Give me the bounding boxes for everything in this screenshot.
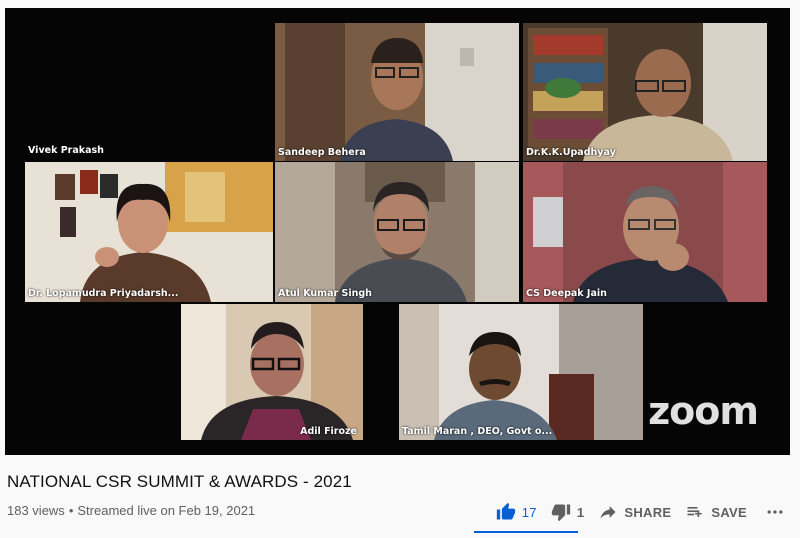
participant-name: Dr. Lopamudra Priyadarsh... — [28, 288, 179, 299]
like-button[interactable]: 17 — [496, 502, 537, 522]
participant-name: Tamil Maran , DEO, Govt o... — [402, 426, 553, 437]
video-actions: 17 1 SHARE SAVE — [482, 501, 785, 523]
video-tile: CS Deepak Jain — [523, 162, 767, 302]
participant-name: Atul Kumar Singh — [278, 288, 372, 299]
participant-video — [181, 304, 363, 440]
participant-video — [25, 162, 273, 302]
playlist-add-icon — [687, 507, 703, 517]
save-label: SAVE — [711, 504, 747, 520]
thumb-down-icon — [551, 504, 570, 522]
thumb-up-icon — [496, 502, 515, 520]
participant-name: Vivek Prakash — [28, 145, 104, 156]
video-tile: Atul Kumar Singh — [275, 162, 519, 302]
participant-name: Adil Firoze — [300, 426, 357, 437]
participant-name: CS Deepak Jain — [526, 288, 607, 299]
participant-video — [523, 23, 767, 161]
participant-name: Dr.K.K.Upadhyay — [526, 147, 616, 158]
share-label: SHARE — [624, 504, 672, 520]
dislike-count: 1 — [576, 504, 585, 520]
share-arrow-icon — [600, 506, 616, 519]
participant-video — [275, 162, 519, 302]
video-player[interactable]: Vivek Prakash Sandeep Behera Dr.K.K.Upad… — [5, 8, 790, 455]
zoom-watermark: zoom — [648, 389, 759, 433]
video-tile: Adil Firoze — [181, 304, 363, 440]
video-title: NATIONAL CSR SUMMIT & AWARDS - 2021 — [7, 472, 352, 491]
video-tile: Tamil Maran , DEO, Govt o... — [399, 304, 643, 440]
video-tile-active-speaker: Dr. Lopamudra Priyadarsh... — [25, 162, 273, 302]
share-button[interactable]: SHARE — [598, 502, 671, 522]
participant-video — [523, 162, 767, 302]
like-ratio-bar — [474, 531, 578, 533]
participant-video — [275, 23, 519, 161]
more-horizontal-icon — [767, 510, 783, 514]
video-meta: 183 views • Streamed live on Feb 19, 2021 — [7, 503, 256, 518]
video-tile: Dr.K.K.Upadhyay — [523, 23, 767, 161]
participant-video — [399, 304, 643, 440]
more-actions-button[interactable] — [765, 502, 785, 522]
dislike-button[interactable]: 1 — [551, 502, 585, 522]
view-count: 183 views — [7, 503, 65, 518]
stream-date: Streamed live on Feb 19, 2021 — [77, 503, 256, 518]
video-tile: Sandeep Behera — [275, 23, 519, 161]
participant-name: Sandeep Behera — [278, 147, 366, 158]
like-count: 17 — [521, 504, 537, 520]
save-button[interactable]: SAVE — [685, 502, 747, 522]
